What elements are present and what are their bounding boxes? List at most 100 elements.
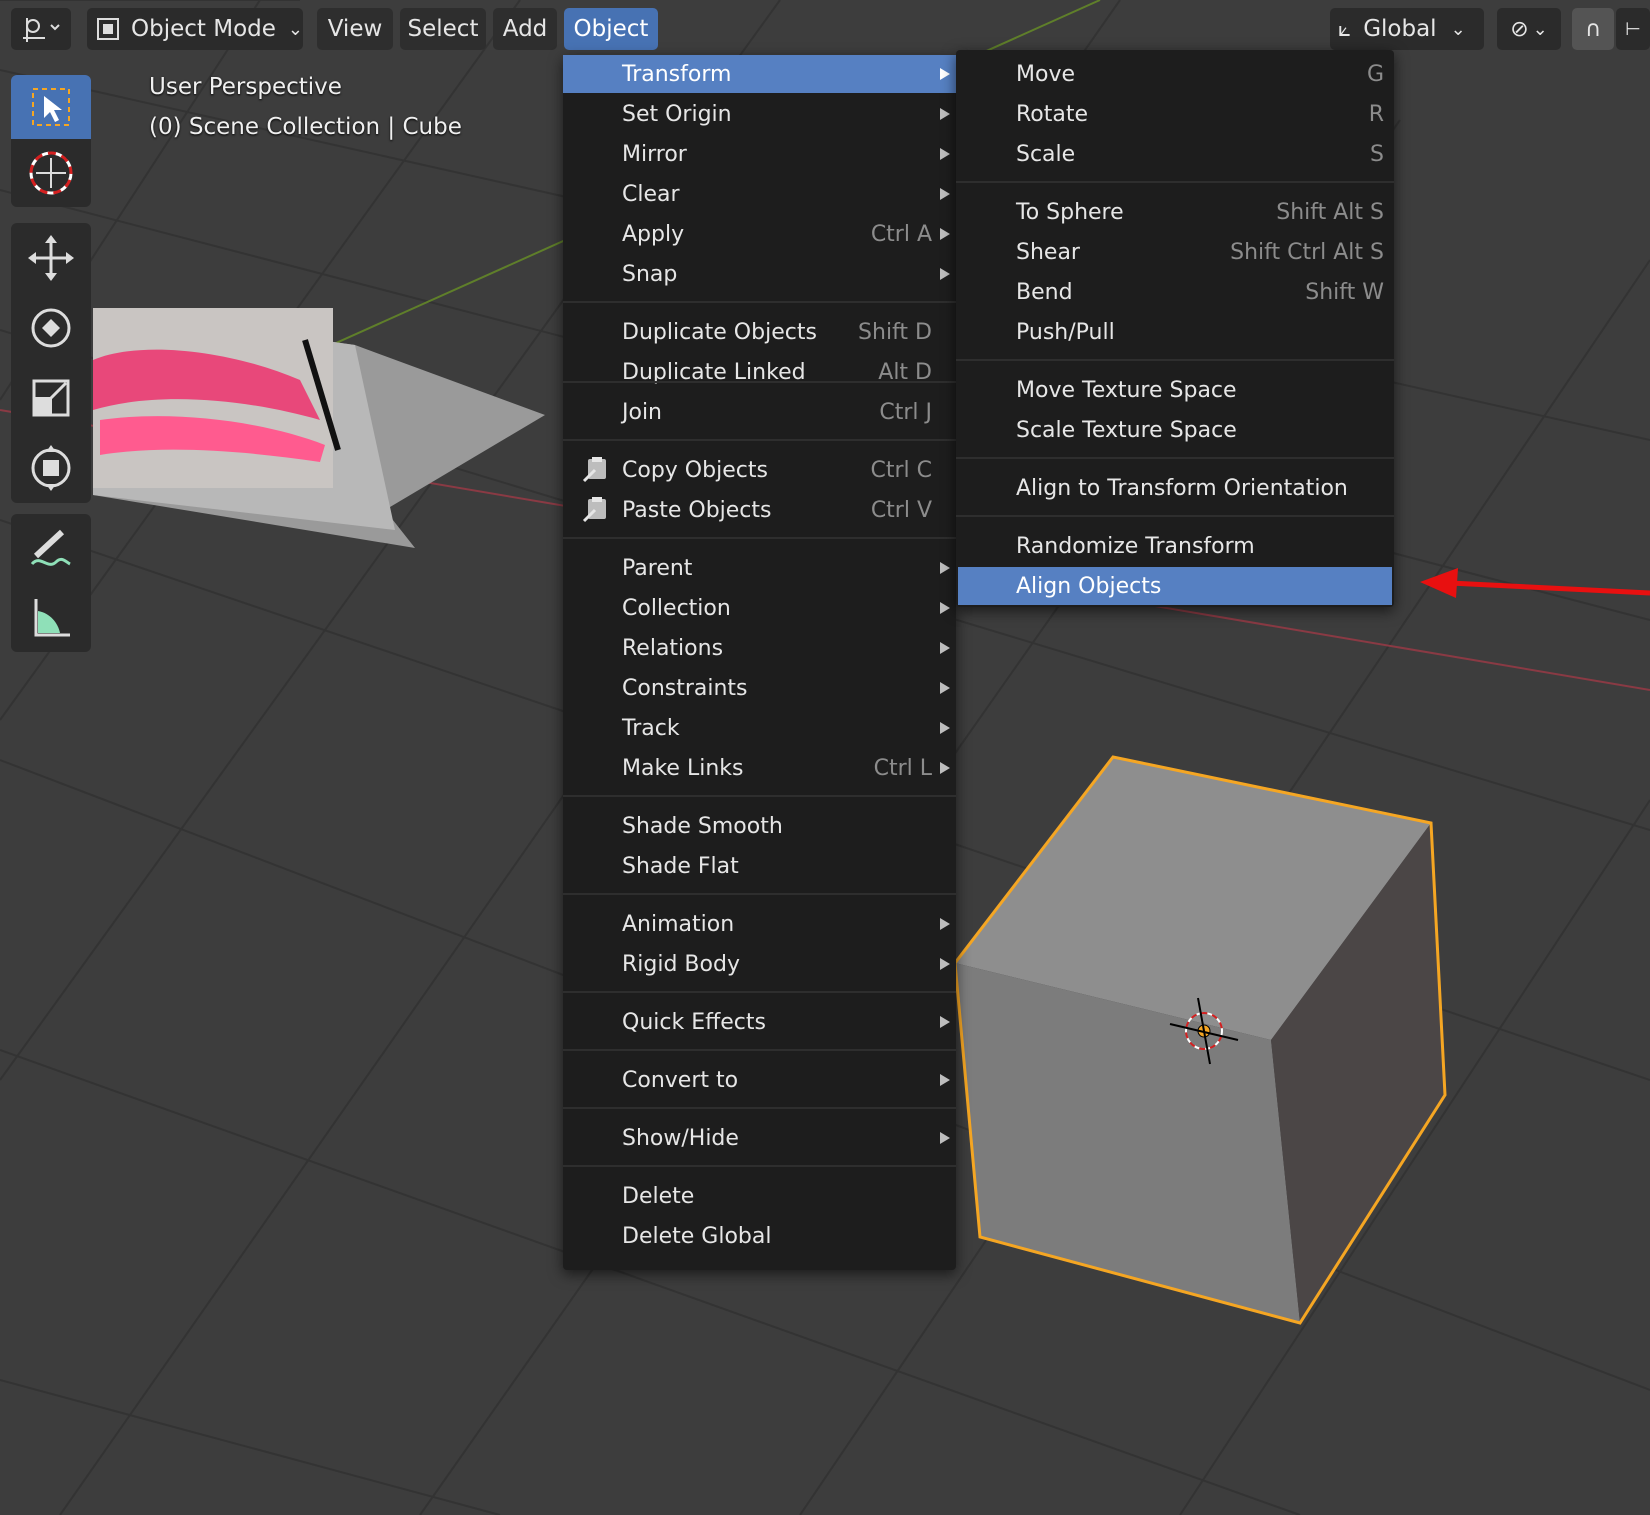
menu-item-rigid-body[interactable]: Rigid Body [563, 945, 956, 983]
pivot-point-dropdown[interactable]: ⊘ ⌄ [1497, 8, 1561, 50]
shortcut-label: G [1366, 61, 1384, 87]
menu-item-label: Collection [622, 595, 731, 621]
tool-select-box[interactable] [11, 75, 91, 139]
submenu-item-bend[interactable]: Bend Shift W [956, 273, 1394, 311]
menu-item-label: Bend [1016, 279, 1073, 305]
menu-item-label: Mirror [622, 141, 687, 167]
submenu-arrow-icon [940, 188, 950, 200]
menu-item-label: Delete [622, 1183, 695, 1209]
rotate-icon [31, 308, 71, 348]
menu-item-copy-objects[interactable]: Copy Objects Ctrl C [563, 451, 956, 489]
copy-icon [581, 455, 611, 485]
menu-item-set-origin[interactable]: Set Origin [563, 95, 956, 133]
submenu-arrow-icon [940, 1132, 950, 1144]
shortcut-label: Ctrl A [870, 221, 932, 247]
menu-item-label: Constraints [622, 675, 748, 701]
submenu-arrow-icon [940, 722, 950, 734]
snap-toggle[interactable]: ∩ [1572, 8, 1614, 50]
3d-viewport[interactable]: Object Mode ⌄ View Select Add Object ⟀ G… [0, 0, 1650, 1515]
submenu-arrow-icon [940, 562, 950, 574]
submenu-arrow-icon [940, 1074, 950, 1086]
menu-item-convert-to[interactable]: Convert to [563, 1061, 956, 1099]
magnet-icon: ∩ [1584, 16, 1602, 42]
menu-item-duplicate-objects[interactable]: Duplicate Objects Shift D [563, 313, 956, 351]
menu-item-label: Rigid Body [622, 951, 740, 977]
chevron-down-icon: ⌄ [287, 18, 303, 40]
menu-item-duplicate-linked[interactable]: Duplicate Linked Alt D [563, 353, 956, 391]
transform-orientation-dropdown[interactable]: ⟀ Global ⌄ [1330, 8, 1484, 50]
menu-item-label: Push/Pull [1016, 319, 1115, 345]
menu-add[interactable]: Add [493, 8, 557, 50]
submenu-item-align-to-transform-orientation[interactable]: Align to Transform Orientation [956, 469, 1394, 507]
submenu-item-align-objects[interactable]: Align Objects [958, 567, 1392, 605]
menu-item-snap[interactable]: Snap [563, 255, 956, 293]
menu-item-label: Delete Global [622, 1223, 772, 1249]
submenu-item-randomize-transform[interactable]: Randomize Transform [956, 527, 1394, 565]
tool-move[interactable] [11, 223, 91, 293]
submenu-arrow-icon [940, 1016, 950, 1028]
menu-item-mirror[interactable]: Mirror [563, 135, 956, 173]
menu-separator [563, 991, 956, 993]
scale-icon [32, 379, 70, 417]
tool-rotate[interactable] [11, 293, 91, 363]
menu-item-constraints[interactable]: Constraints [563, 669, 956, 707]
menu-item-label: Make Links [622, 755, 744, 781]
menu-item-collection[interactable]: Collection [563, 589, 956, 627]
menu-view[interactable]: View [317, 8, 393, 50]
submenu-item-to-sphere[interactable]: To Sphere Shift Alt S [956, 193, 1394, 231]
menu-item-shade-smooth[interactable]: Shade Smooth [563, 807, 956, 845]
submenu-item-scale[interactable]: Scale S [956, 135, 1394, 173]
menu-separator [563, 439, 956, 441]
menu-item-label: Scale Texture Space [1016, 417, 1237, 443]
menu-separator [563, 537, 956, 539]
chevron-down-icon: ⌄ [1532, 18, 1548, 40]
menu-item-transform[interactable]: Transform [563, 55, 956, 93]
submenu-item-shear[interactable]: Shear Shift Ctrl Alt S [956, 233, 1394, 271]
menu-separator [563, 301, 956, 303]
menu-object[interactable]: Object [564, 8, 658, 50]
menu-item-paste-objects[interactable]: Paste Objects Ctrl V [563, 491, 956, 529]
menu-separator [956, 457, 1394, 459]
tool-measure[interactable] [11, 584, 91, 652]
submenu-arrow-icon [940, 602, 950, 614]
orientation-label: Global [1363, 16, 1437, 42]
submenu-item-move[interactable]: Move G [956, 55, 1394, 93]
menu-item-delete[interactable]: Delete [563, 1177, 956, 1215]
menu-item-parent[interactable]: Parent [563, 549, 956, 587]
menu-item-shade-flat[interactable]: Shade Flat [563, 847, 956, 885]
tool-scale[interactable] [11, 363, 91, 433]
submenu-item-move-texture-space[interactable]: Move Texture Space [956, 371, 1394, 409]
menu-select[interactable]: Select [400, 8, 486, 50]
menu-item-label: Animation [622, 911, 735, 937]
menu-separator [956, 515, 1394, 517]
submenu-arrow-icon [940, 958, 950, 970]
snap-target-dropdown[interactable]: ⊢ [1616, 8, 1650, 50]
paste-icon [581, 495, 611, 525]
menu-item-delete-global[interactable]: Delete Global [563, 1217, 956, 1255]
tool-transform[interactable] [11, 433, 91, 503]
menu-item-clear[interactable]: Clear [563, 175, 956, 213]
mode-dropdown[interactable]: Object Mode ⌄ [87, 8, 303, 50]
menu-item-label: Shade Smooth [622, 813, 783, 839]
move-icon [28, 235, 74, 281]
submenu-item-push-pull[interactable]: Push/Pull [956, 313, 1394, 351]
menu-separator [563, 1165, 956, 1167]
menu-item-track[interactable]: Track [563, 709, 956, 747]
menu-item-quick-effects[interactable]: Quick Effects [563, 1003, 956, 1041]
menu-item-animation[interactable]: Animation [563, 905, 956, 943]
tool-cursor[interactable] [11, 139, 91, 207]
menu-item-label: Snap [622, 261, 678, 287]
menu-item-make-links[interactable]: Make Links Ctrl L [563, 749, 956, 787]
submenu-item-rotate[interactable]: Rotate R [956, 95, 1394, 133]
menu-item-show-hide[interactable]: Show/Hide [563, 1119, 956, 1157]
tool-annotate[interactable] [11, 514, 91, 584]
shortcut-label: R [1368, 101, 1384, 127]
submenu-item-scale-texture-space[interactable]: Scale Texture Space [956, 411, 1394, 449]
menu-item-join[interactable]: Join Ctrl J [563, 393, 956, 431]
chevron-down-icon: ⌄ [1450, 18, 1466, 40]
menu-separator [563, 1107, 956, 1109]
editor-type-button[interactable] [11, 8, 71, 50]
menu-item-relations[interactable]: Relations [563, 629, 956, 667]
menu-item-apply[interactable]: Apply Ctrl A [563, 215, 956, 253]
shortcut-label: Shift Alt S [1276, 199, 1384, 225]
